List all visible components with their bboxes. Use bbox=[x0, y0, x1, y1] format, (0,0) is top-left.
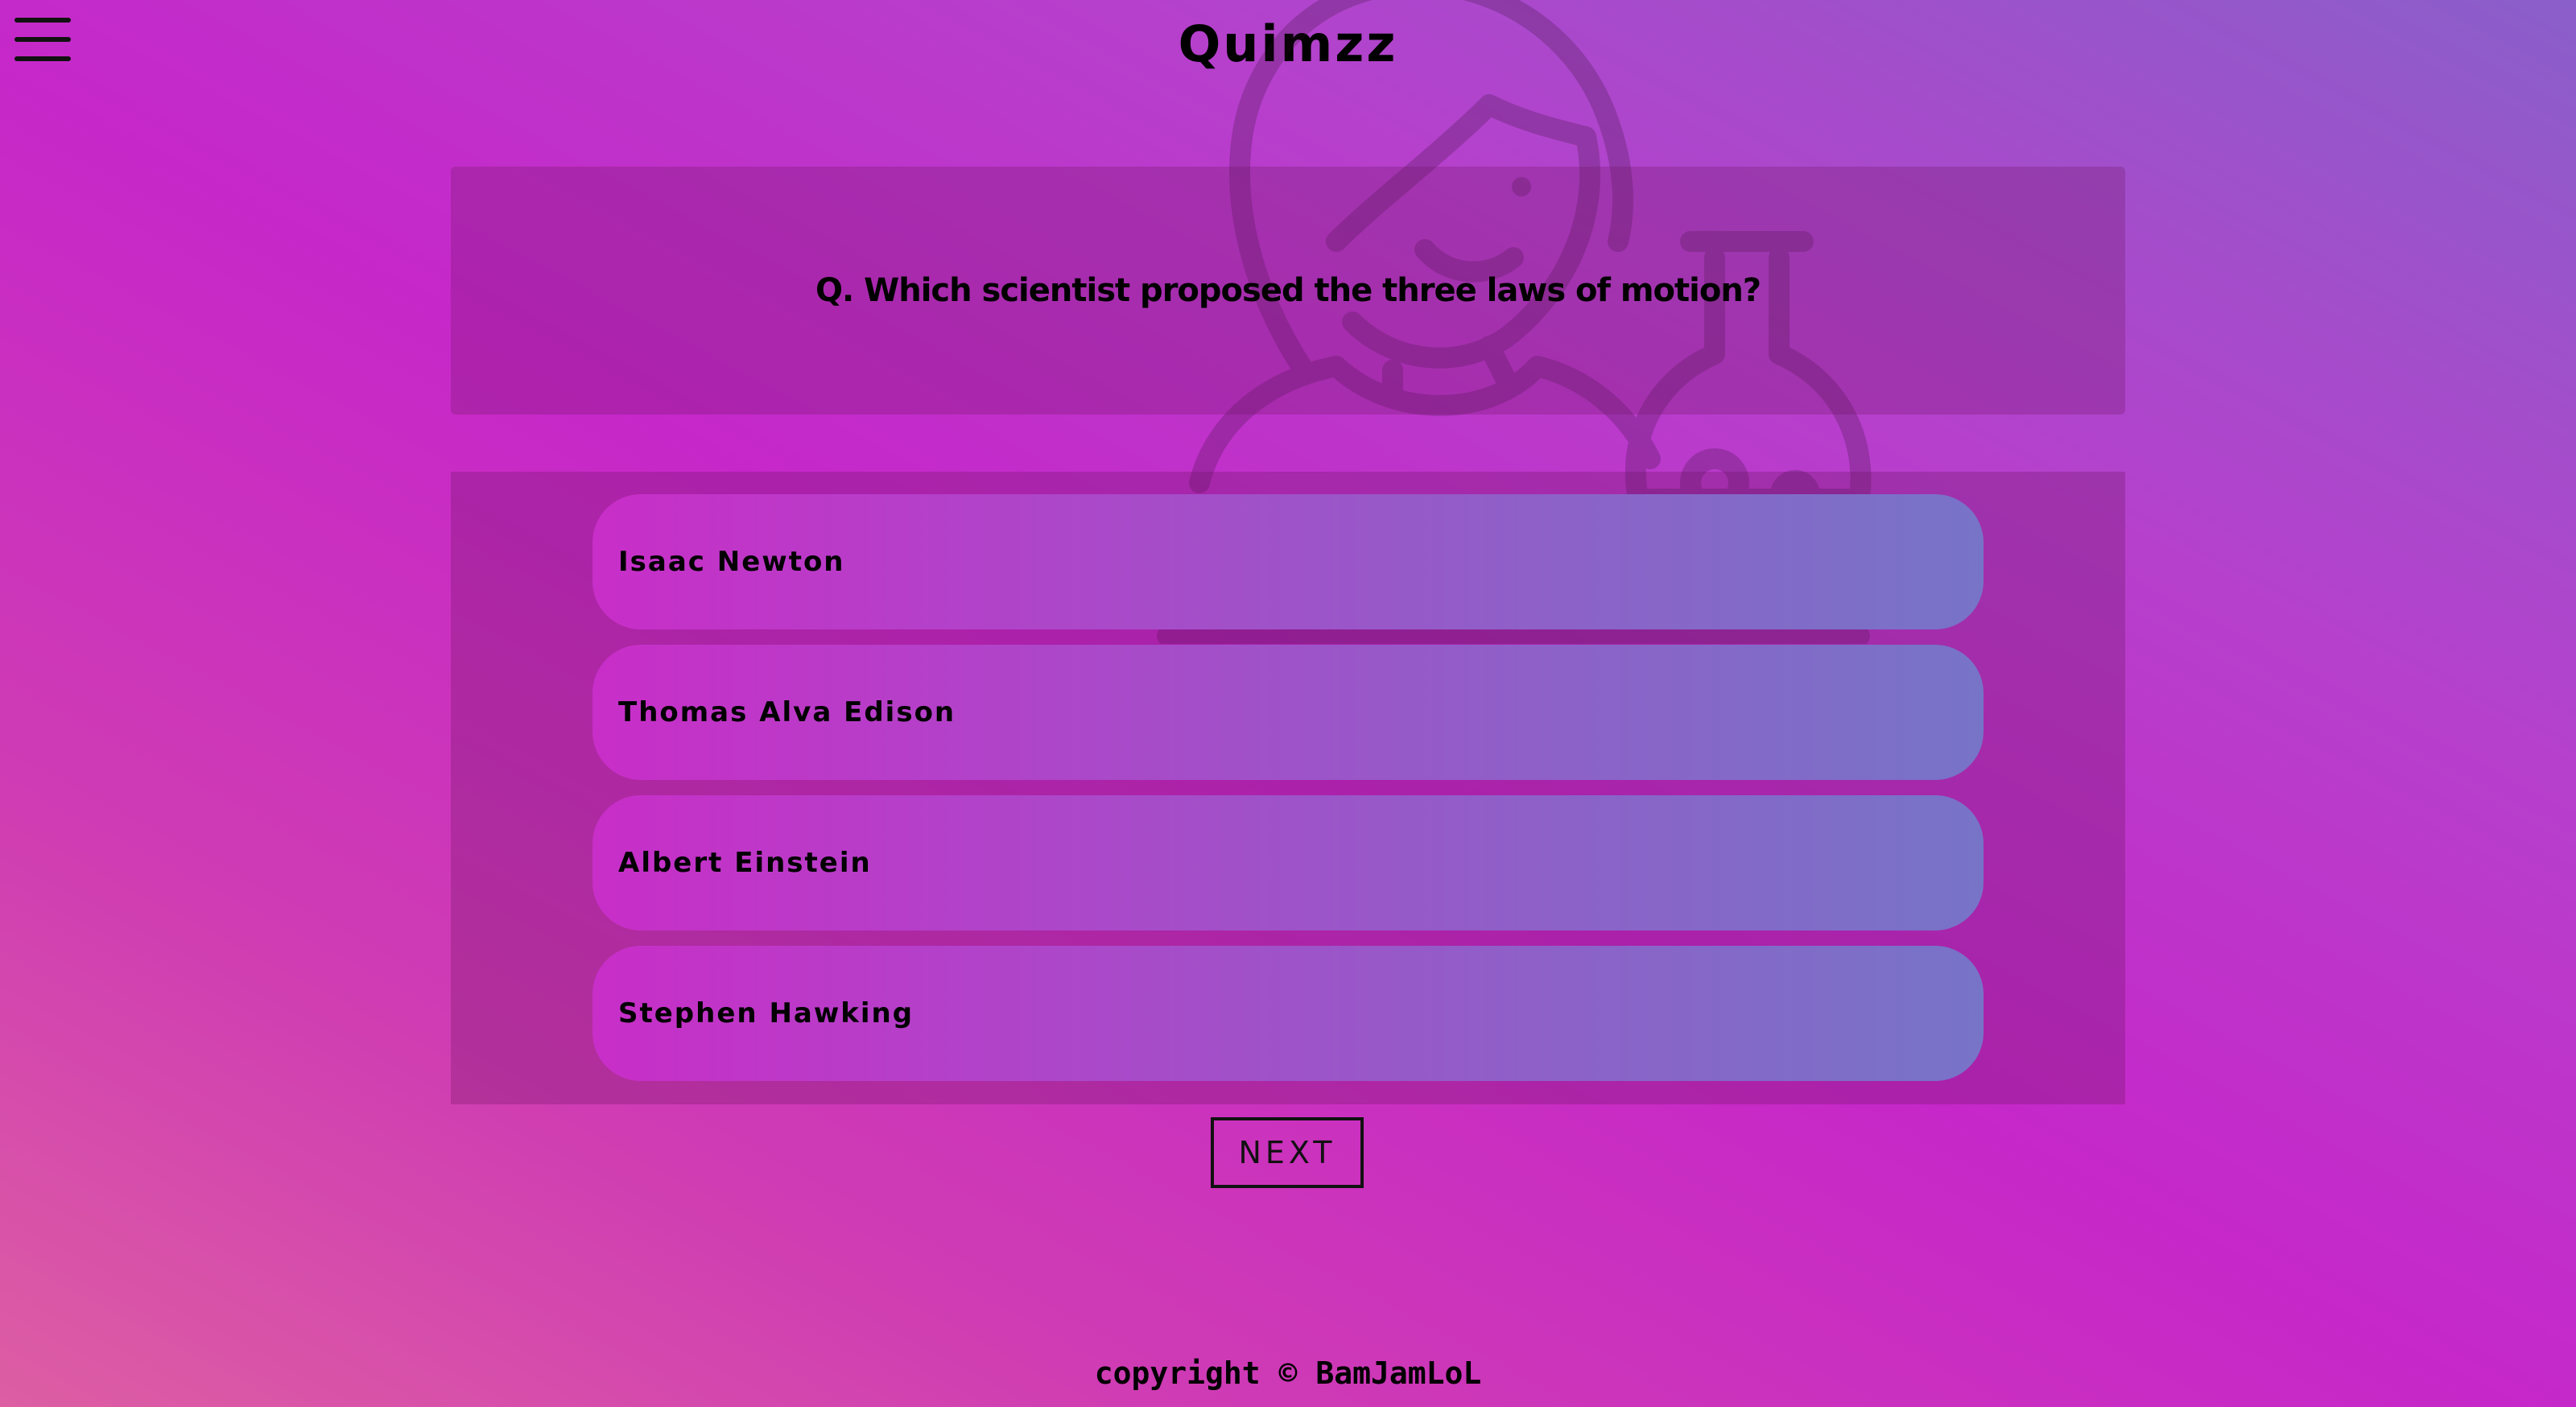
answer-option-thomas-alva-edison[interactable]: Thomas Alva Edison bbox=[592, 645, 1984, 780]
next-button[interactable]: NEXT bbox=[1211, 1117, 1364, 1188]
copyright-footer: copyright © BamJamLoL bbox=[1094, 1355, 1482, 1391]
answer-option-albert-einstein[interactable]: Albert Einstein bbox=[592, 795, 1984, 930]
answer-option-label: Thomas Alva Edison bbox=[618, 696, 956, 728]
answer-option-stephen-hawking[interactable]: Stephen Hawking bbox=[592, 946, 1984, 1081]
answer-option-label: Stephen Hawking bbox=[618, 997, 914, 1029]
answer-option-label: Albert Einstein bbox=[618, 847, 872, 879]
question-text: Q. Which scientist proposed the three la… bbox=[815, 272, 1761, 309]
question-panel: Q. Which scientist proposed the three la… bbox=[451, 167, 2125, 415]
answer-option-label: Isaac Newton bbox=[618, 546, 845, 578]
answer-option-isaac-newton[interactable]: Isaac Newton bbox=[592, 494, 1984, 629]
options-panel: Isaac Newton Thomas Alva Edison Albert E… bbox=[451, 472, 2125, 1104]
app-title: Quimzz bbox=[1178, 14, 1398, 73]
